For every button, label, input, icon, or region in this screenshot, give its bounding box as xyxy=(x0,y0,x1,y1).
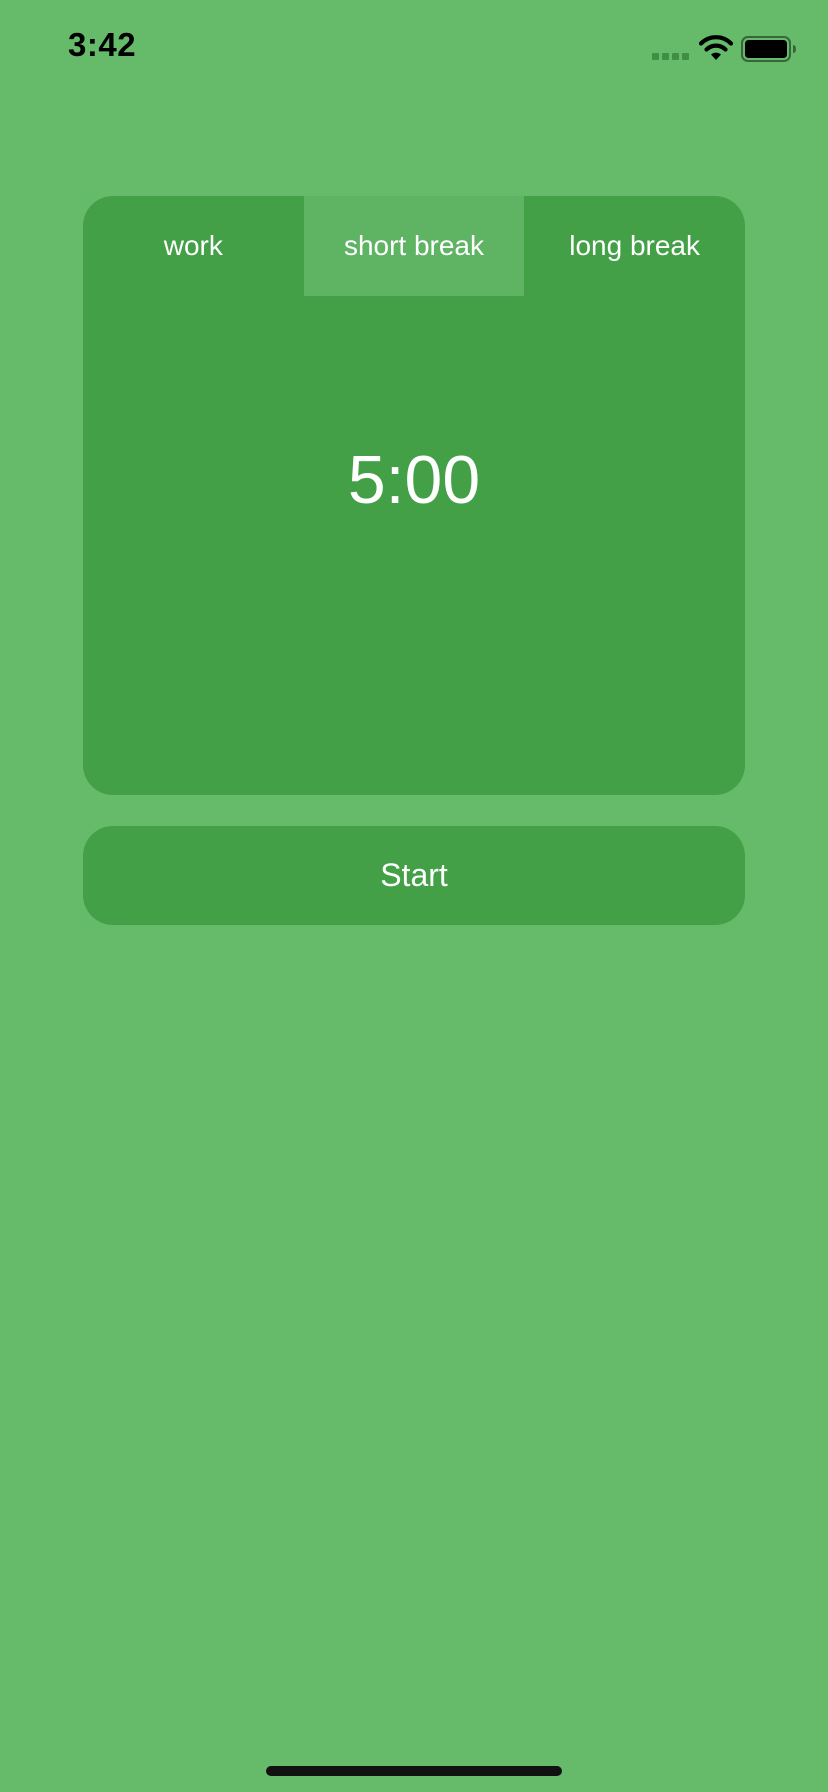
status-time: 3:42 xyxy=(68,26,137,63)
timer-display: 5:00 xyxy=(347,442,481,518)
tab-long-break[interactable]: long break xyxy=(524,196,745,296)
tab-work[interactable]: work xyxy=(83,196,304,296)
start-button[interactable]: Start xyxy=(83,826,745,925)
home-indicator[interactable] xyxy=(266,1766,562,1776)
status-bar: 3:42 xyxy=(0,0,828,100)
battery-icon xyxy=(741,36,796,62)
wifi-icon xyxy=(698,35,734,60)
tab-short-break[interactable]: short break xyxy=(303,196,525,296)
cellular-signal-icon xyxy=(652,53,692,61)
timer-card: work short break long break 5:00 xyxy=(83,196,745,795)
mode-tabs: work short break long break xyxy=(83,196,745,296)
